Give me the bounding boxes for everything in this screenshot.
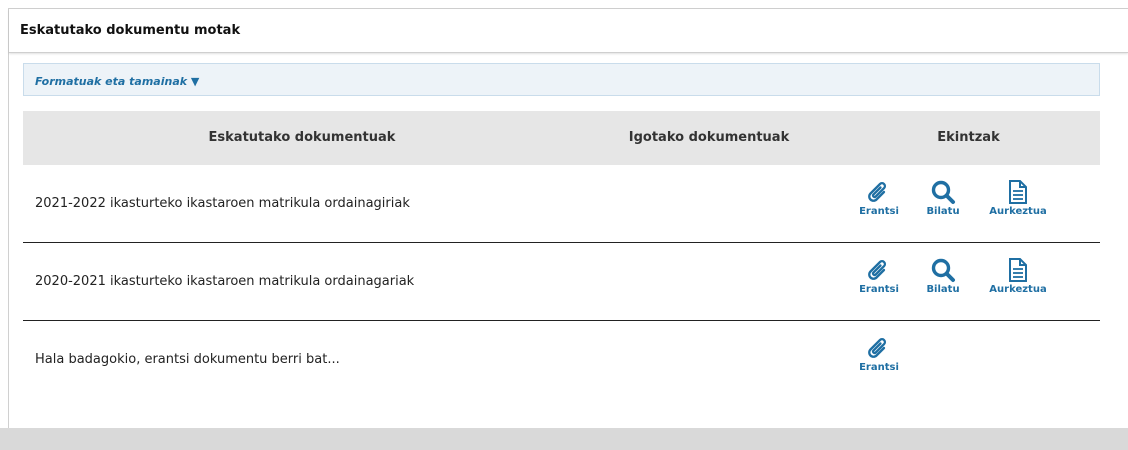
- attach-button[interactable]: Erantsi: [849, 335, 909, 373]
- search-label: Bilatu: [926, 284, 960, 295]
- table-row: 2021-2022 ikasturteko ikastaroen matriku…: [23, 165, 1100, 243]
- present-button[interactable]: Aurkeztua: [988, 257, 1048, 295]
- requested-document-name: Hala badagokio, erantsi dokumentu berri …: [35, 352, 340, 367]
- requested-document-name: 2020-2021 ikasturteko ikastaroen matriku…: [35, 274, 415, 289]
- magnifier-icon: [931, 258, 955, 282]
- formats-bar: Formatuak eta tamainak ▼: [23, 63, 1100, 96]
- paperclip-icon: [868, 338, 887, 358]
- attach-button[interactable]: Erantsi: [849, 257, 909, 295]
- header-actions: Ekintzak: [937, 130, 1000, 145]
- header-uploaded-documents: Igotako dokumentuak: [628, 130, 790, 145]
- magnifier-icon: [931, 180, 955, 204]
- document-icon: [1009, 180, 1027, 204]
- attach-label: Erantsi: [859, 284, 899, 295]
- requested-document-name: 2021-2022 ikasturteko ikastaroen matriku…: [35, 196, 410, 211]
- present-label: Aurkeztua: [989, 206, 1047, 217]
- panel-title: Eskatutako dokumentu motak: [9, 9, 1128, 53]
- present-label: Aurkeztua: [989, 284, 1047, 295]
- header-requested-documents: Eskatutako dokumentuak: [208, 130, 396, 145]
- attach-label: Erantsi: [859, 362, 899, 373]
- paperclip-icon: [868, 260, 887, 280]
- paperclip-icon: [868, 182, 887, 202]
- formats-toggle-link[interactable]: Formatuak eta tamainak ▼: [35, 75, 199, 88]
- present-button[interactable]: Aurkeztua: [988, 179, 1048, 217]
- search-button[interactable]: Bilatu: [913, 179, 973, 217]
- document-icon: [1009, 258, 1027, 282]
- table-header: Eskatutako dokumentuak Igotako dokumentu…: [23, 111, 1100, 165]
- search-label: Bilatu: [926, 206, 960, 217]
- table-row: 2020-2021 ikasturteko ikastaroen matriku…: [23, 243, 1100, 321]
- attach-label: Erantsi: [859, 206, 899, 217]
- search-button[interactable]: Bilatu: [913, 257, 973, 295]
- attach-button[interactable]: Erantsi: [849, 179, 909, 217]
- table-row: Hala badagokio, erantsi dokumentu berri …: [23, 321, 1100, 399]
